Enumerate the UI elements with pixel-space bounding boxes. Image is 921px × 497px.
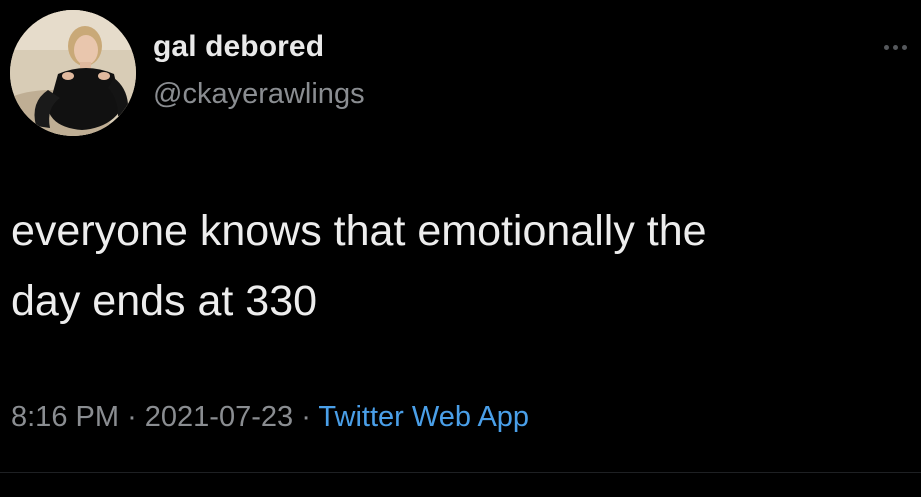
tweet-source-link[interactable]: Twitter Web App bbox=[318, 401, 529, 433]
more-dot bbox=[893, 45, 898, 50]
user-handle[interactable]: @ckayerawlings bbox=[153, 78, 365, 111]
tweet-metadata: 8:16 PM · 2021-07-23 · Twitter Web App bbox=[11, 401, 529, 434]
more-options-icon[interactable] bbox=[880, 36, 920, 60]
more-dot bbox=[884, 45, 889, 50]
tweet-card: gal debored @ckayerawlings everyone know… bbox=[0, 0, 921, 497]
more-dot bbox=[902, 45, 907, 50]
tweet-date[interactable]: 2021-07-23 bbox=[145, 401, 293, 433]
meta-separator: · bbox=[301, 401, 311, 433]
display-name[interactable]: gal debored bbox=[153, 30, 324, 64]
avatar[interactable] bbox=[10, 10, 136, 136]
avatar-image bbox=[10, 10, 136, 136]
tweet-time[interactable]: 8:16 PM bbox=[11, 401, 119, 433]
tweet-text: everyone knows that emotionally the day … bbox=[11, 207, 707, 325]
divider bbox=[0, 472, 921, 473]
meta-separator: · bbox=[127, 401, 137, 433]
